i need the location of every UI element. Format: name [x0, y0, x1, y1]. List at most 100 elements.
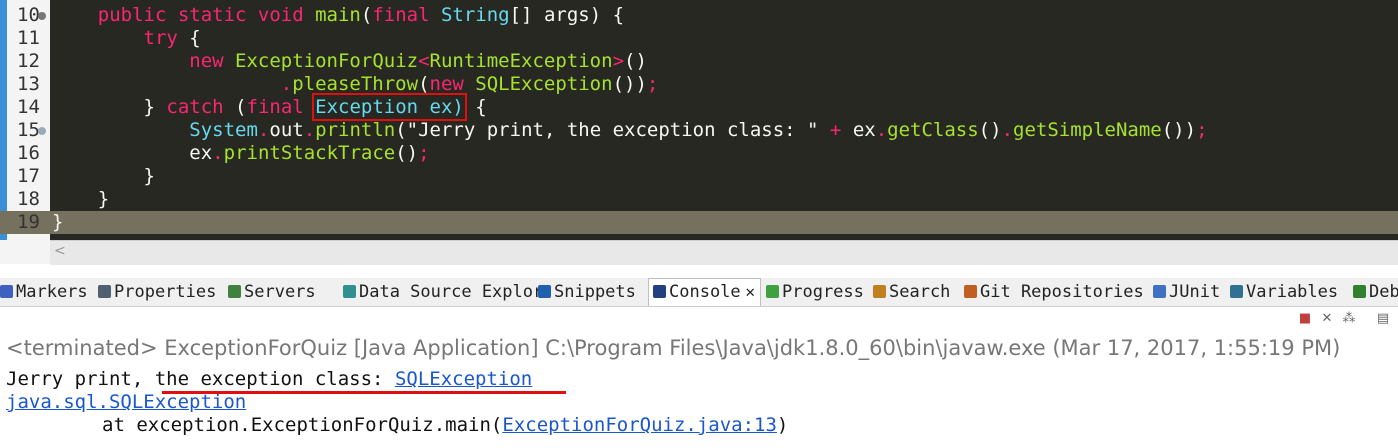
- code-token: ExceptionForQuiz: [235, 50, 419, 72]
- code-token: ;: [1196, 119, 1208, 141]
- stack-prefix: at exception.ExceptionForQuiz.main(: [102, 414, 503, 436]
- code-line[interactable]: 15 System.out.println("Jerry print, the …: [0, 119, 1398, 142]
- code-token: .: [257, 119, 270, 141]
- stack-suffix: ): [776, 414, 789, 436]
- tab-label: Variables: [1246, 282, 1339, 302]
- code-line[interactable]: 18 }: [0, 188, 1398, 211]
- tab-label: Console: [669, 282, 741, 302]
- fold-marker-icon[interactable]: [38, 12, 46, 20]
- terminate-icon[interactable]: ■: [1298, 312, 1312, 326]
- code-token: public static void: [97, 4, 316, 26]
- code-token: (): [395, 142, 419, 164]
- tab-search[interactable]: Search: [873, 281, 950, 303]
- line-number: 18: [17, 188, 40, 210]
- tab-variables[interactable]: Variables: [1230, 281, 1338, 303]
- code-text: }: [52, 188, 109, 211]
- code-token: }: [143, 96, 167, 118]
- code-token: getSimpleName: [1013, 119, 1162, 141]
- code-token: {: [463, 96, 487, 118]
- clear-console-icon[interactable]: ▤: [1376, 312, 1390, 326]
- tab-label: Git Repositories: [980, 282, 1144, 302]
- git-icon: [964, 285, 977, 298]
- tab-label: Snippets: [554, 282, 636, 302]
- code-token: final: [372, 4, 441, 26]
- code-token: }: [52, 211, 64, 233]
- line-number: 10: [17, 4, 40, 26]
- line-number: 19: [17, 211, 40, 233]
- tab-label: Data Source Explor: [359, 282, 544, 302]
- tab-properties[interactable]: Properties: [98, 281, 216, 303]
- code-editor[interactable]: 10 public static void main(final String[…: [0, 0, 1398, 240]
- code-token: ()): [1161, 119, 1197, 141]
- debug-icon: [1353, 285, 1366, 298]
- tab-deb[interactable]: Deb: [1353, 281, 1398, 303]
- properties-icon: [98, 285, 111, 298]
- tab-console[interactable]: Console ✕: [648, 278, 761, 306]
- code-token: try: [143, 27, 178, 49]
- code-line[interactable]: 12 new ExceptionForQuiz<RuntimeException…: [0, 50, 1398, 73]
- source-location-link[interactable]: ExceptionForQuiz.java:13: [502, 414, 777, 436]
- code-token: {: [177, 27, 201, 49]
- output-text: Jerry print, the exception class:: [6, 368, 395, 390]
- code-token: (): [978, 119, 1002, 141]
- tab-label: Servers: [244, 282, 316, 302]
- code-token: String: [440, 4, 510, 26]
- code-line[interactable]: 16 ex.printStackTrace();: [0, 142, 1398, 165]
- code-line[interactable]: 11 try {: [0, 27, 1398, 50]
- code-line[interactable]: 13 .pleaseThrow(new SQLException());: [0, 73, 1398, 96]
- tab-label: JUnit: [1169, 282, 1221, 302]
- tab-label: Properties: [114, 282, 217, 302]
- code-token: catch: [166, 96, 236, 118]
- exception-class-link[interactable]: java.sql.SQLException: [6, 391, 246, 413]
- close-tab-icon[interactable]: ✕: [741, 286, 756, 301]
- tab-snippets[interactable]: Snippets: [538, 281, 636, 303]
- code-token: ;: [646, 73, 659, 95]
- junit-icon: [1153, 285, 1166, 298]
- line-number: 17: [17, 165, 40, 187]
- remove-all-icon[interactable]: ⁂: [1342, 312, 1356, 326]
- progress-icon: [766, 285, 779, 298]
- tab-servers[interactable]: Servers: [228, 281, 316, 303]
- view-tab-bar: Markers Properties Servers Data Source Expl…: [0, 278, 1398, 307]
- snippets-icon: [538, 285, 551, 298]
- horizontal-scrollbar[interactable]: <: [50, 240, 1398, 265]
- terminated-status: <terminated> ExceptionForQuiz [Java Appl…: [6, 336, 1341, 360]
- code-token: +: [829, 119, 853, 141]
- code-line[interactable]: 10 public static void main(final String[…: [0, 4, 1398, 27]
- console-icon: [653, 285, 666, 298]
- code-token: RuntimeException: [429, 50, 613, 72]
- line-number: 15: [17, 119, 40, 141]
- code-token: final: [246, 96, 316, 118]
- code-token: System: [189, 119, 258, 141]
- code-token: main: [315, 4, 361, 26]
- tab-label: Deb: [1369, 282, 1398, 302]
- code-token: ex: [852, 119, 876, 141]
- tab-git-repositories[interactable]: Git Repositories: [964, 281, 1144, 303]
- code-line[interactable]: 19}: [0, 211, 1398, 234]
- tab-label: Search: [889, 282, 951, 302]
- exception-link[interactable]: SQLException: [395, 368, 532, 390]
- code-token: (): [624, 50, 647, 72]
- tab-junit[interactable]: JUnit: [1153, 281, 1220, 303]
- line-number: 16: [17, 142, 40, 164]
- remove-launch-icon[interactable]: ✕: [1320, 312, 1334, 326]
- tab-data-source-explor[interactable]: Data Source Explor: [343, 281, 543, 303]
- override-marker-icon[interactable]: [38, 127, 46, 135]
- scroll-left-icon[interactable]: <: [54, 243, 66, 259]
- tab-markers[interactable]: Markers: [0, 281, 88, 303]
- code-text: } catch (final Exception ex) {: [52, 93, 487, 121]
- line-number: 13: [17, 73, 40, 95]
- code-token: >: [612, 50, 625, 72]
- markers-icon: [0, 285, 13, 298]
- code-line[interactable]: 14 } catch (final Exception ex) {: [0, 93, 1398, 121]
- code-line[interactable]: 17 }: [0, 165, 1398, 188]
- console-output-line-2: java.sql.SQLException: [6, 391, 246, 413]
- tab-progress[interactable]: Progress: [766, 281, 864, 303]
- code-text: public static void main(final String[] a…: [52, 4, 624, 27]
